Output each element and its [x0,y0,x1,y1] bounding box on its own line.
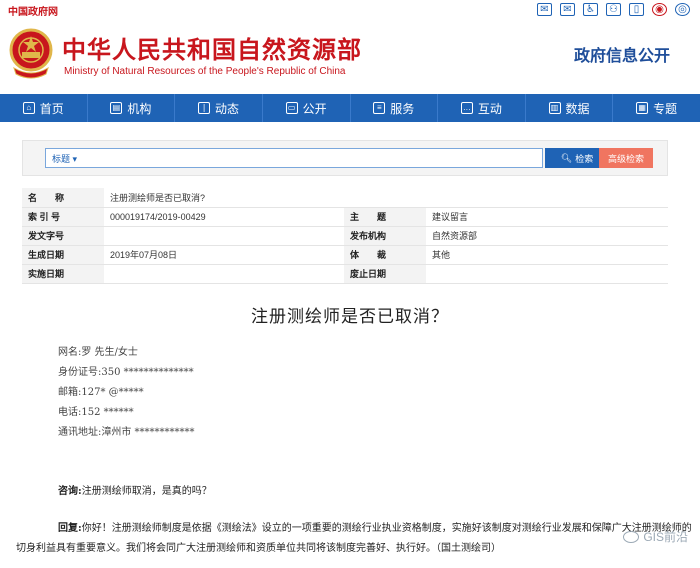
expiry-date-value [426,264,668,284]
date-label: 生成日期 [22,245,104,265]
mobile-icon[interactable]: ▯ [629,3,644,16]
nav-label: 专题 [653,101,678,116]
chart-icon: ▥ [548,102,561,114]
article-title: 注册测绘师是否已取消？ [251,307,449,327]
publisher-value: 自然资源部 [426,226,668,246]
site-subtitle: Ministry of Natural Resources of the Peo… [64,66,346,77]
nav-item-public[interactable]: ▭ 公开 [263,94,351,122]
national-emblem-icon [9,28,53,79]
answer-text: 你好！注册测绘师制度是依据《测绘法》设立的一项重要的测绘行业执业资格制度，实施好… [16,523,692,554]
watermark: GIS前沿 [623,528,688,545]
genre-value: 其他 [426,245,668,265]
field-phone: 电话:152 ****** [58,407,134,418]
site-header: 中华人民共和国自然资源部 Ministry of Natural Resourc… [0,20,700,92]
search-panel: 标题 ▾ 🔍︎ 检索 高级检索 [22,140,668,176]
question-label: 咨询: [58,486,82,497]
weibo-icon[interactable]: ◉ [652,3,667,16]
table-row: 发文字号 发布机构 自然资源部 [22,226,668,246]
nav-item-data[interactable]: ▥ 数据 [526,94,614,122]
impl-date-value [104,264,344,284]
gov-info-title[interactable]: 政府信息公开 [574,42,670,66]
search-button-label: 检索 [575,153,594,164]
nav-label: 动态 [215,101,240,116]
nav-label: 公开 [302,101,327,116]
question: 咨询:注册测绘师取消，是真的吗？ [58,482,212,497]
nav-item-interact[interactable]: … 互动 [438,94,526,122]
search-input[interactable]: 标题 ▾ [45,148,543,168]
site-title: 中华人民共和国自然资源部 [62,36,362,64]
mail-icon[interactable]: ✉ [537,3,552,16]
wechat-icon[interactable]: ◎ [675,3,690,16]
top-bar: 中国政府网 ✉ ✉ ♿ ⚇ ▯ ◉ ◎ [0,0,700,20]
nav-label: 数据 [565,101,590,116]
docno-label: 发文字号 [22,226,104,246]
home-icon: ⌂ [22,102,35,114]
advanced-search-button[interactable]: 高级检索 [599,148,653,168]
name-label: 名 称 [22,188,104,208]
wechat-logo-icon [623,530,640,543]
gov-portal-link[interactable]: 中国政府网 [8,3,58,18]
table-row: 生成日期 2019年07月08日 体 裁 其他 [22,245,668,265]
book-icon: ❘ [198,102,211,114]
org-icon: ▤ [110,102,123,114]
main-nav: ⌂ 首页 ▤ 机构 ❘ 动态 ▭ 公开 ≡ 服务 … 互动 ▥ 数据 ▦ 专题 [0,94,700,122]
nav-item-topic[interactable]: ▦ 专题 [613,94,700,122]
field-id-number: 身份证号:350 ************** [58,367,194,378]
nav-item-org[interactable]: ▤ 机构 [88,94,176,122]
subject-label: 主 题 [344,207,426,227]
date-value: 2019年07月08日 [104,245,344,265]
index-value: 000019174/2019-00429 [104,207,344,227]
accessibility-icon[interactable]: ♿ [583,3,598,16]
nav-item-service[interactable]: ≡ 服务 [351,94,439,122]
search-type-value: 标题 [52,154,71,164]
subject-value: 建议留言 [426,207,668,227]
publisher-label: 发布机构 [344,226,426,246]
impl-date-label: 实施日期 [22,264,104,284]
search-icon: 🔍︎ [560,152,573,163]
document-icon: ≡ [373,102,386,114]
user-icon[interactable]: ⚇ [606,3,621,16]
table-row: 实施日期 废止日期 [22,264,668,284]
watermark-text: GIS前沿 [643,530,688,544]
nav-label: 服务 [390,101,415,116]
name-value: 注册测绘师是否已取消? [104,188,668,208]
question-text: 注册测绘师取消，是真的吗？ [81,486,212,497]
nav-label: 机构 [127,101,152,116]
nav-label: 互动 [477,101,502,116]
chat-icon: … [460,102,473,114]
monitor-icon: ▭ [285,102,298,114]
search-type-select[interactable]: 标题 ▾ [52,152,77,165]
answer-label: 回复: [58,523,82,534]
message-icon[interactable]: ✉ [560,3,575,16]
genre-label: 体 裁 [344,245,426,265]
docno-value [104,226,344,246]
answer: 回复:你好！注册测绘师制度是依据《测绘法》设立的一项重要的测绘行业执业资格制度，… [16,519,692,559]
expiry-date-label: 废止日期 [344,264,426,284]
nav-label: 首页 [39,101,64,116]
nav-item-news[interactable]: ❘ 动态 [175,94,263,122]
field-email: 邮箱:127* @***** [58,387,144,398]
nav-item-home[interactable]: ⌂ 首页 [0,94,88,122]
info-table: 名 称 注册测绘师是否已取消? 索 引 号 000019174/2019-004… [22,188,668,284]
topic-icon: ▦ [636,102,649,114]
table-row: 名 称 注册测绘师是否已取消? [22,188,668,208]
top-icons: ✉ ✉ ♿ ⚇ ▯ ◉ ◎ [537,3,690,16]
field-address: 通讯地址:漳州市 ************ [58,427,195,438]
table-row: 索 引 号 000019174/2019-00429 主 题 建议留言 [22,207,668,227]
index-label: 索 引 号 [22,207,104,227]
field-username: 网名:罗 先生/女士 [58,347,138,358]
